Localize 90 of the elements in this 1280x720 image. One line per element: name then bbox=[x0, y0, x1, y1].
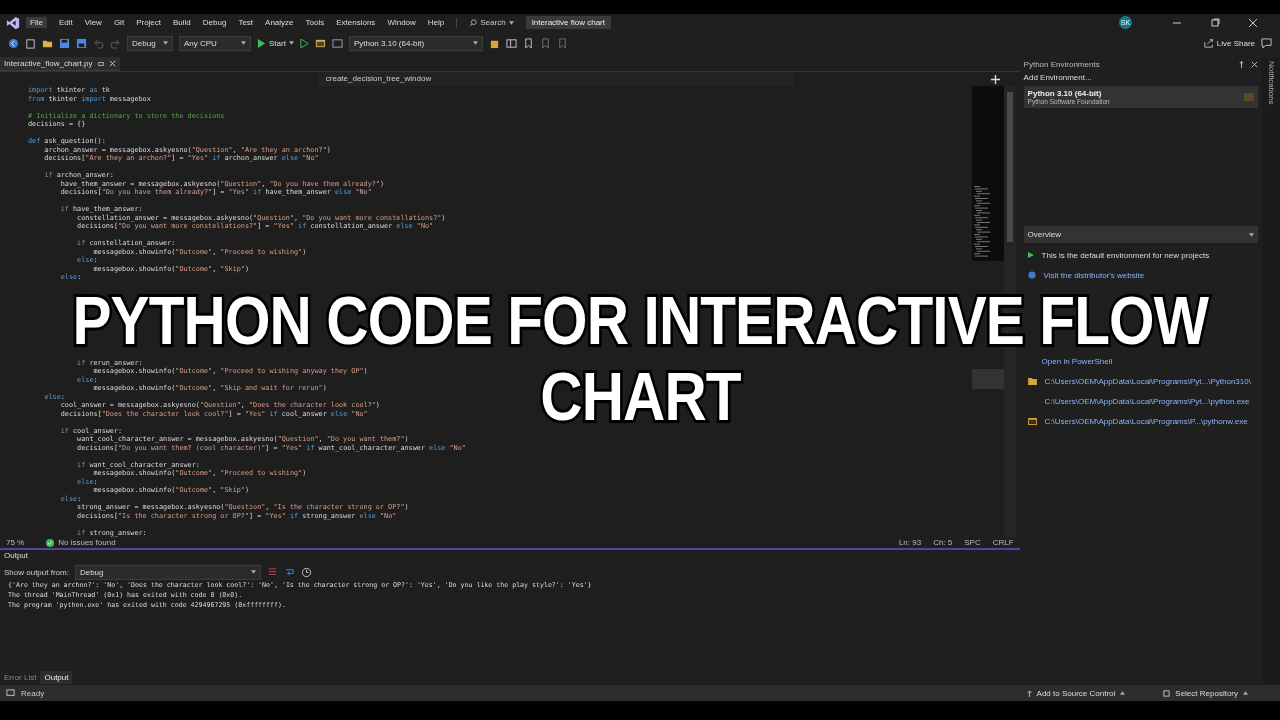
check-icon bbox=[46, 538, 55, 547]
section-dropdown[interactable]: Overview bbox=[1023, 226, 1259, 243]
menu-item[interactable]: Tools bbox=[305, 18, 325, 27]
menu-item[interactable]: Build bbox=[173, 18, 191, 27]
environment-dropdown[interactable]: Python 3.10 (64-bit) bbox=[348, 35, 483, 51]
default-note: This is the default environment for new projects bbox=[1041, 250, 1210, 260]
add-environment-link[interactable]: Add Environment... bbox=[1023, 73, 1259, 82]
status-text: Ready bbox=[21, 688, 45, 698]
path-link[interactable]: C:\Users\OEM\AppData\Local\Programs\Pyt...\python.exe bbox=[1044, 396, 1250, 406]
search-icon bbox=[469, 18, 478, 27]
caret-icon bbox=[472, 41, 478, 45]
panel-title: Output bbox=[4, 551, 28, 560]
member-dropdown[interactable]: create_decision_tree_window bbox=[317, 72, 794, 86]
close-icon[interactable] bbox=[108, 60, 116, 67]
undo-icon[interactable] bbox=[93, 37, 104, 49]
issues-status[interactable]: No issues found bbox=[46, 538, 116, 547]
save-icon[interactable] bbox=[59, 37, 70, 49]
website-link[interactable]: Visit the distributor's website bbox=[1043, 270, 1145, 280]
configuration-dropdown[interactable]: Debug bbox=[127, 35, 173, 51]
line-number: Ln: 93 bbox=[898, 538, 922, 547]
live-share-button[interactable]: Live Share bbox=[1203, 38, 1255, 48]
menu-item[interactable]: Git bbox=[113, 18, 125, 27]
word-wrap-icon[interactable] bbox=[283, 566, 295, 578]
repository-button[interactable]: Select Repository bbox=[1157, 687, 1254, 699]
menu-item[interactable]: Extensions bbox=[336, 18, 376, 27]
feedback-icon[interactable] bbox=[1261, 37, 1272, 49]
menu-item[interactable]: Debug bbox=[202, 18, 227, 27]
globe-icon bbox=[1027, 271, 1036, 279]
search-button[interactable]: Search bbox=[469, 18, 514, 27]
output-source-dropdown[interactable]: Debug bbox=[74, 564, 261, 580]
back-icon[interactable] bbox=[8, 37, 19, 49]
run-without-debugging-icon[interactable] bbox=[299, 38, 309, 48]
line-ending: CRLF bbox=[992, 538, 1014, 547]
source-label: Show output from: bbox=[4, 567, 69, 577]
solution-title: Interactive flow chart bbox=[525, 16, 611, 29]
save-all-icon[interactable] bbox=[76, 37, 87, 49]
add-icon[interactable] bbox=[991, 74, 1001, 84]
share-icon bbox=[1203, 38, 1214, 48]
close-icon[interactable] bbox=[1251, 61, 1259, 68]
caret-icon bbox=[508, 20, 514, 25]
caret-icon bbox=[241, 41, 246, 45]
powershell-link[interactable]: Open in PowerShell bbox=[1041, 356, 1113, 366]
menu-item[interactable]: Analyze bbox=[265, 18, 294, 27]
path-link[interactable]: C:\Users\OEM\AppData\Local\Programs\Pyt...\Python310\ bbox=[1044, 376, 1251, 386]
redo-icon[interactable] bbox=[110, 37, 121, 49]
scrollbar-thumb[interactable] bbox=[1006, 92, 1013, 242]
layout-icon[interactable] bbox=[505, 37, 517, 49]
menu-item[interactable]: Edit bbox=[58, 18, 73, 27]
zoom-level[interactable]: 75 % bbox=[6, 538, 25, 547]
caret-icon bbox=[1243, 691, 1248, 695]
caret-icon bbox=[163, 41, 168, 45]
bookmark-icon[interactable] bbox=[539, 37, 551, 49]
overlay-title: PYTHON CODE FOR INTERACTIVE FLOW bbox=[72, 282, 1208, 358]
restore-icon[interactable] bbox=[1210, 17, 1220, 28]
play-icon bbox=[257, 38, 266, 48]
new-item-icon[interactable] bbox=[25, 37, 36, 49]
overlay-title: CHART bbox=[539, 358, 741, 434]
menu-item[interactable]: Help bbox=[427, 18, 445, 27]
flag-icon bbox=[1027, 252, 1034, 258]
whitespace-mode: SPC bbox=[964, 538, 981, 547]
caret-icon bbox=[288, 41, 294, 45]
app-logo-icon bbox=[6, 15, 20, 30]
caret-icon bbox=[250, 570, 256, 574]
bookmark-icon[interactable] bbox=[556, 37, 568, 49]
menu-item[interactable]: Test bbox=[238, 18, 254, 27]
panel-tab[interactable]: Output bbox=[40, 670, 73, 684]
bookmark-icon[interactable] bbox=[522, 37, 534, 49]
window-icon[interactable] bbox=[331, 37, 343, 49]
clear-icon[interactable] bbox=[266, 566, 278, 578]
folder-icon bbox=[1027, 377, 1037, 385]
document-tab[interactable]: Interactive_flow_chart.py bbox=[0, 57, 120, 71]
source-control-button[interactable]: Add to Source Control bbox=[1020, 687, 1132, 699]
caret-icon bbox=[1249, 232, 1255, 237]
panel-tab[interactable]: Error List bbox=[0, 670, 41, 684]
start-button[interactable]: Start bbox=[257, 38, 294, 48]
menu-item[interactable]: File bbox=[26, 17, 47, 28]
close-icon[interactable] bbox=[1248, 17, 1258, 28]
environment-name: Python 3.10 (64-bit) bbox=[1027, 89, 1103, 98]
path-link[interactable]: C:\Users\OEM\AppData\Local\Programs\P...\pythonw.exe bbox=[1044, 416, 1248, 426]
caret-icon bbox=[1120, 691, 1126, 695]
panel-title: Python Environments bbox=[1023, 60, 1100, 69]
window-icon bbox=[1027, 417, 1037, 425]
menu-item[interactable]: View bbox=[84, 18, 102, 27]
clock-icon[interactable] bbox=[300, 566, 312, 578]
browser-icon[interactable] bbox=[314, 37, 326, 49]
platform-dropdown[interactable]: Any CPU bbox=[179, 35, 251, 51]
menu-item[interactable]: Window bbox=[387, 18, 416, 27]
upload-icon bbox=[1026, 689, 1032, 697]
menu-item[interactable]: Project bbox=[136, 18, 162, 27]
column-number: Ch: 5 bbox=[933, 538, 953, 547]
